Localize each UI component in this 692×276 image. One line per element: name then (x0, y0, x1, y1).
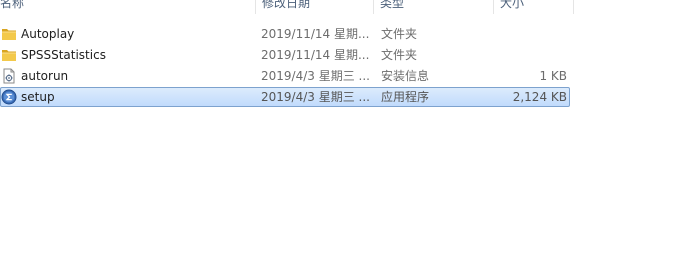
file-size (495, 25, 567, 43)
file-name: autorun (21, 69, 69, 83)
file-explorer-list-view: 名称 修改日期 类型 大小 Autoplay 2019/11/14 星期... … (0, 0, 692, 276)
file-date-modified: 2019/4/3 星期三 ... (261, 69, 370, 83)
file-size: 2,124 KB (512, 90, 567, 104)
file-row-spssstatistics[interactable]: SPSSStatistics 2019/11/14 星期... 文件夹 (0, 45, 570, 65)
file-date-modified: 2019/11/14 星期... (261, 48, 370, 62)
application-icon (1, 88, 19, 106)
file-name: Autoplay (21, 27, 75, 41)
column-header-name[interactable]: 名称 (0, 0, 256, 14)
file-type: 文件夹 (381, 27, 418, 41)
file-date-modified: 2019/11/14 星期... (261, 27, 370, 41)
file-type: 应用程序 (381, 90, 430, 104)
column-header-size[interactable]: 大小 (494, 0, 574, 14)
file-row-setup[interactable]: setup 2019/4/3 星期三 ... 应用程序 2,124 KB (0, 87, 570, 107)
file-size: 1 KB (539, 69, 567, 83)
file-type: 文件夹 (381, 48, 418, 62)
column-header-date-modified[interactable]: 修改日期 (256, 0, 374, 14)
file-name: SPSSStatistics (21, 48, 106, 62)
file-type: 安装信息 (381, 69, 430, 83)
folder-icon (1, 46, 19, 64)
file-row-autoplay[interactable]: Autoplay 2019/11/14 星期... 文件夹 (0, 24, 570, 44)
file-date-modified: 2019/4/3 星期三 ... (261, 90, 370, 104)
folder-icon (1, 25, 19, 43)
column-header-type[interactable]: 类型 (374, 0, 494, 14)
column-header-bar: 名称 修改日期 类型 大小 (0, 0, 692, 14)
settings-file-icon (1, 67, 19, 85)
file-size (495, 46, 567, 64)
file-name: setup (21, 90, 55, 104)
file-row-autorun[interactable]: autorun 2019/4/3 星期三 ... 安装信息 1 KB (0, 66, 570, 86)
